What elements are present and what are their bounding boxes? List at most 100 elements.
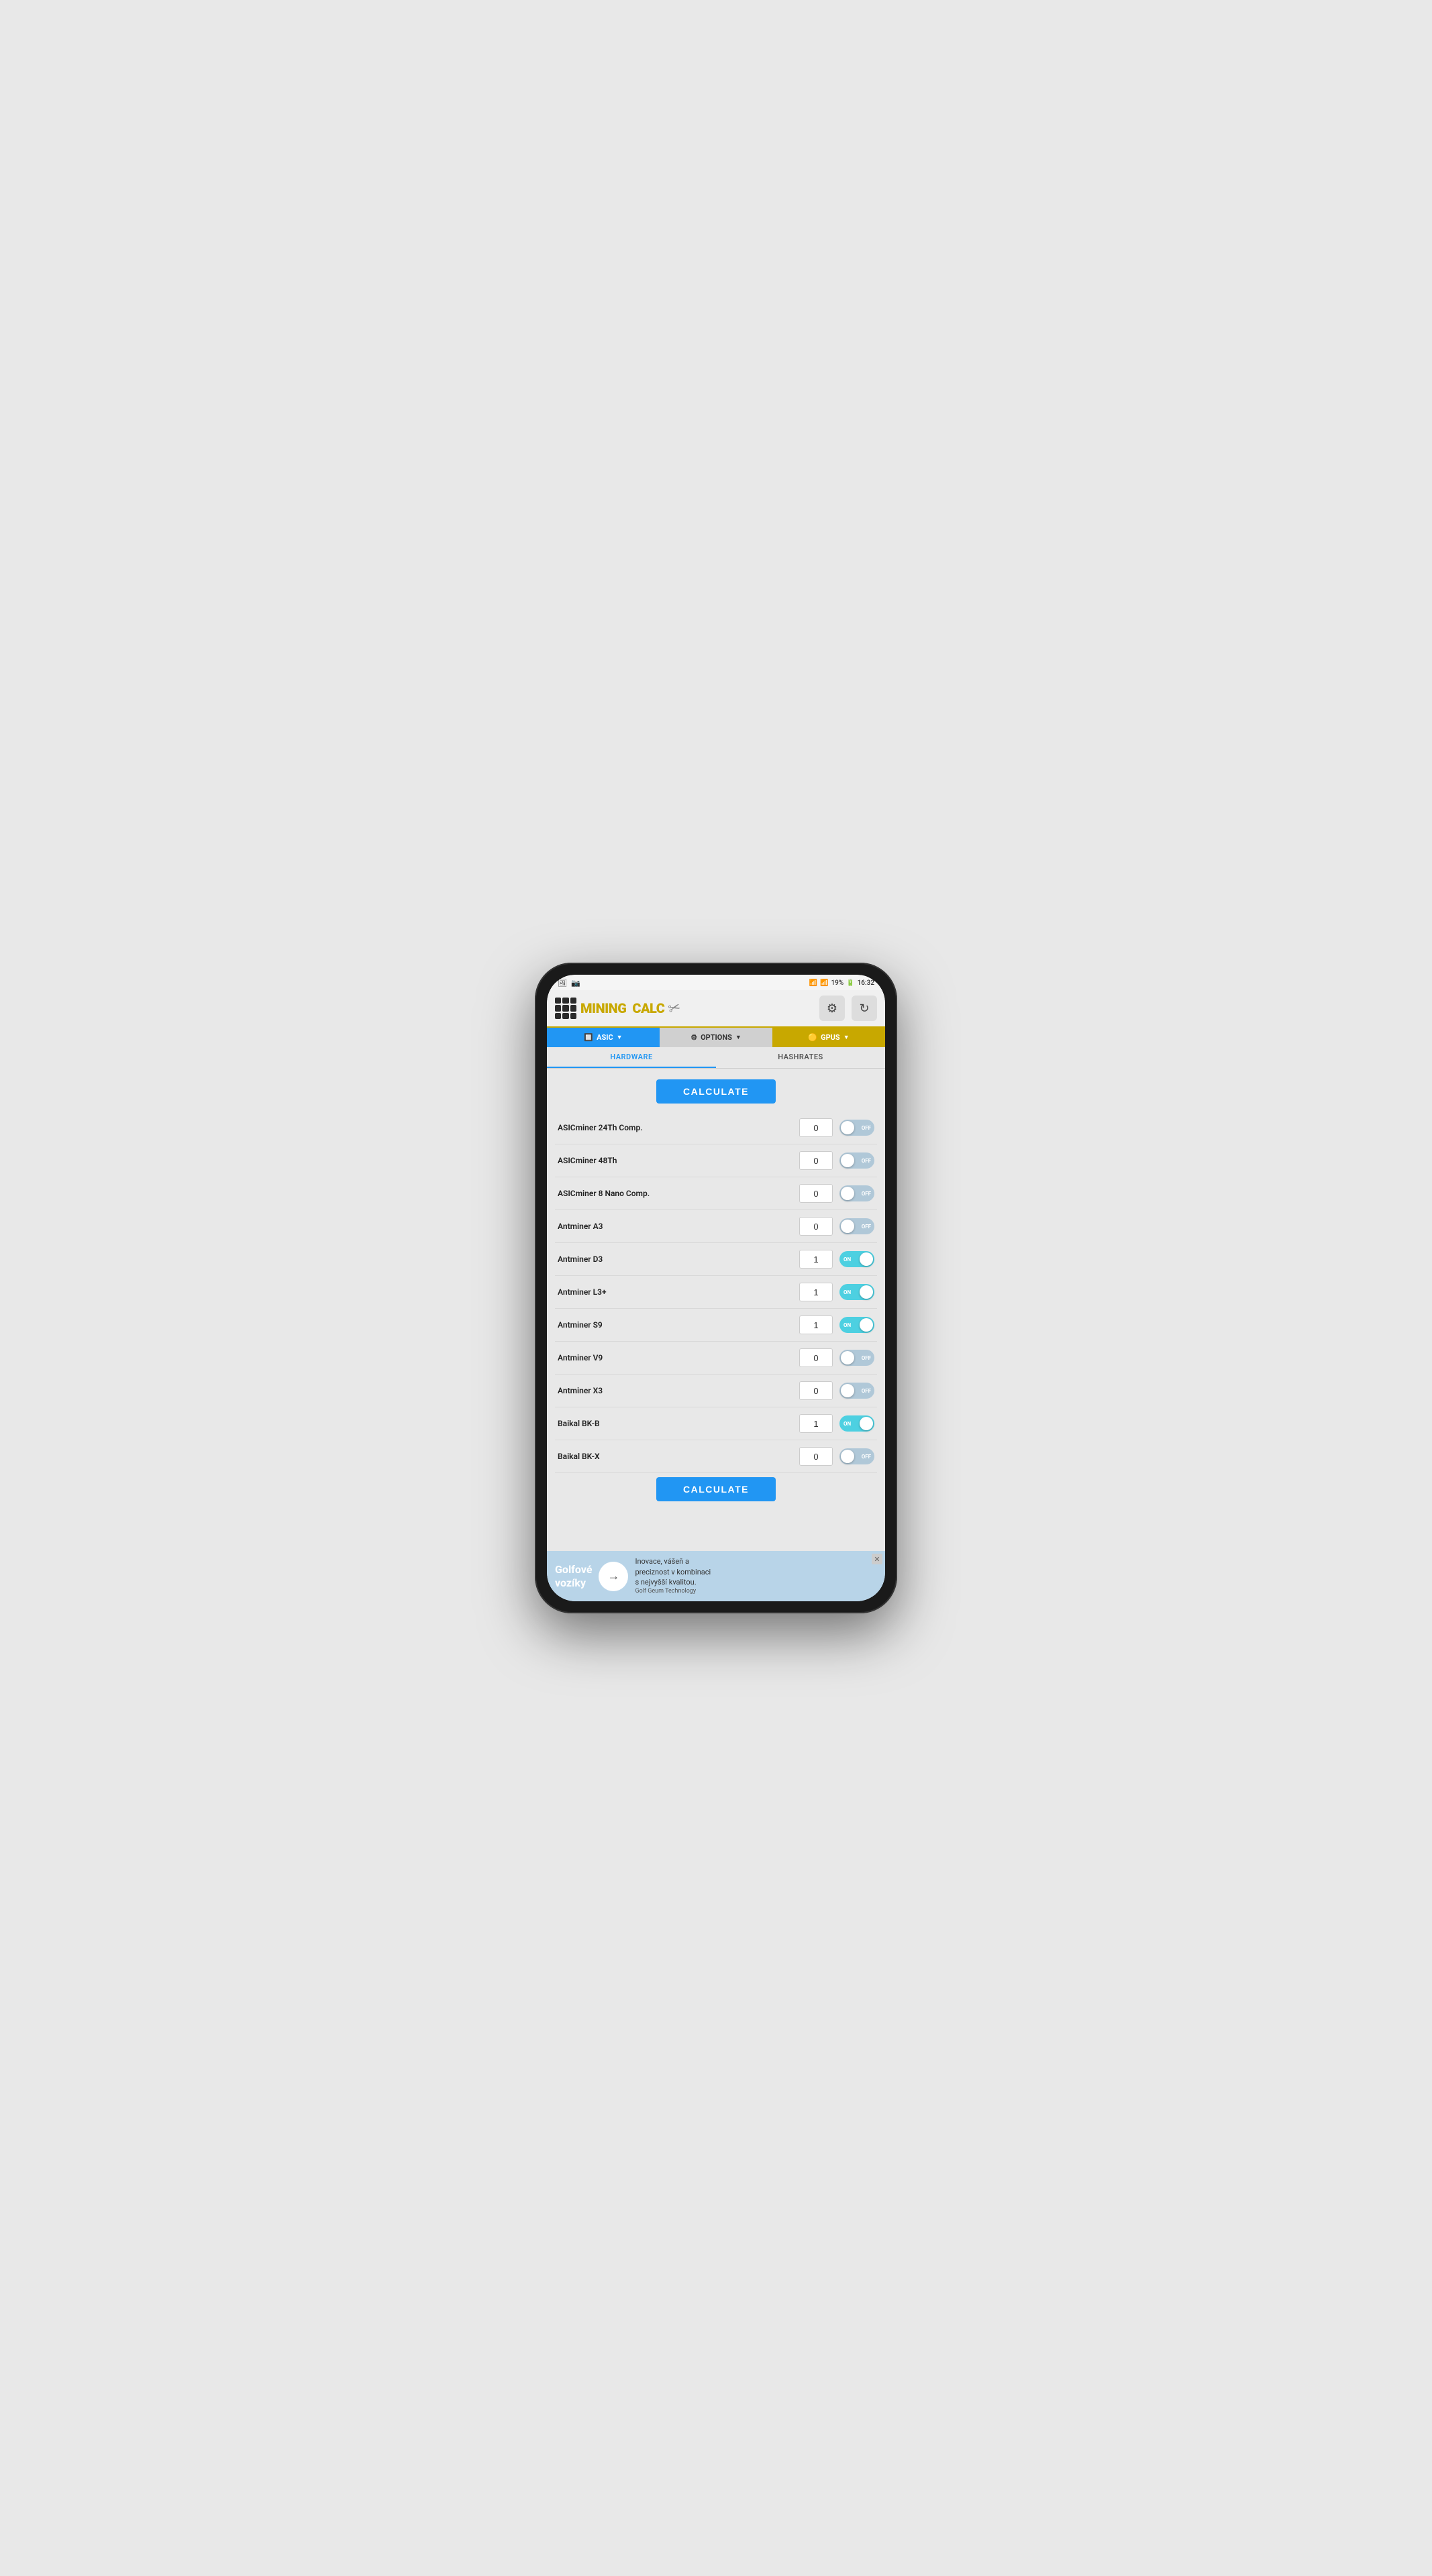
miner-toggle[interactable]: OFF bbox=[839, 1350, 874, 1366]
calculate-top-button[interactable]: CALCULATE bbox=[656, 1079, 776, 1104]
miner-qty-input[interactable] bbox=[799, 1217, 833, 1236]
miner-toggle[interactable]: OFF bbox=[839, 1218, 874, 1234]
settings-button[interactable]: ⚙ bbox=[819, 996, 845, 1021]
miner-qty-input[interactable] bbox=[799, 1184, 833, 1203]
tab-bar: HARDWARE HASHRATES bbox=[547, 1047, 885, 1069]
nav-options[interactable]: ⚙ OPTIONS ▼ bbox=[660, 1028, 772, 1047]
tab-hardware[interactable]: HARDWARE bbox=[547, 1047, 716, 1068]
refresh-button[interactable]: ↻ bbox=[852, 996, 877, 1021]
ad-description: Inovace, vášeň a preciznost v kombinaci … bbox=[635, 1556, 877, 1587]
status-right: 📶 📶 19% 🔋 16:32 bbox=[809, 979, 874, 987]
miner-row: Antminer S9ON bbox=[555, 1309, 877, 1342]
toggle-knob bbox=[841, 1351, 854, 1364]
options-arrow-icon: ▼ bbox=[735, 1034, 741, 1041]
status-bar: 🖼 📷 📶 📶 19% 🔋 16:32 bbox=[547, 975, 885, 990]
miner-row: Antminer X3OFF bbox=[555, 1375, 877, 1407]
nav-gpus[interactable]: 🟡 GPUS ▼ bbox=[772, 1028, 885, 1047]
toggle-knob bbox=[841, 1384, 854, 1397]
miner-name: ASICminer 48Th bbox=[558, 1156, 792, 1165]
nav-asic[interactable]: 🔲 ASIC ▼ bbox=[547, 1028, 660, 1047]
miner-row: Baikal BK-XOFF bbox=[555, 1440, 877, 1473]
miner-toggle[interactable]: OFF bbox=[839, 1152, 874, 1169]
toggle-knob bbox=[841, 1187, 854, 1200]
gpus-arrow-icon: ▼ bbox=[843, 1034, 850, 1041]
toggle-label: OFF bbox=[862, 1125, 871, 1131]
asic-label: ASIC bbox=[597, 1033, 613, 1042]
asic-arrow-icon: ▼ bbox=[617, 1034, 623, 1041]
app-screen: 🖼 📷 📶 📶 19% 🔋 16:32 bbox=[547, 975, 885, 1601]
ad-banner: Golfové vozíky → Inovace, vášeň a preciz… bbox=[547, 1551, 885, 1601]
miner-qty-input[interactable] bbox=[799, 1316, 833, 1334]
sync-icon: 📷 bbox=[571, 979, 580, 987]
miner-name: ASICminer 8 Nano Comp. bbox=[558, 1189, 792, 1198]
miner-toggle[interactable]: OFF bbox=[839, 1383, 874, 1399]
miner-qty-input[interactable] bbox=[799, 1118, 833, 1137]
miner-toggle[interactable]: ON bbox=[839, 1415, 874, 1432]
toggle-label: OFF bbox=[862, 1191, 871, 1197]
miner-name: ASICminer 24Th Comp. bbox=[558, 1123, 792, 1132]
miner-row: ASICminer 48Th OFF bbox=[555, 1144, 877, 1177]
toggle-label: OFF bbox=[862, 1355, 871, 1361]
miner-row: Antminer L3+ON bbox=[555, 1276, 877, 1309]
photo-icon: 🖼 bbox=[558, 979, 567, 987]
miner-qty-input[interactable] bbox=[799, 1348, 833, 1367]
miner-row: ASICminer 24Th Comp. OFF bbox=[555, 1112, 877, 1144]
nav-bar: 🔲 ASIC ▼ ⚙ OPTIONS ▼ 🟡 GPUS ▼ bbox=[547, 1028, 885, 1047]
miner-toggle[interactable]: OFF bbox=[839, 1120, 874, 1136]
toggle-knob bbox=[841, 1220, 854, 1233]
calculator-icon: ✂ bbox=[666, 999, 682, 1018]
miner-qty-input[interactable] bbox=[799, 1447, 833, 1466]
toggle-label: ON bbox=[843, 1421, 851, 1427]
wifi-icon: 📶 bbox=[809, 979, 817, 987]
gear-icon: ⚙ bbox=[827, 1002, 837, 1016]
miner-qty-input[interactable] bbox=[799, 1283, 833, 1301]
header-actions: ⚙ ↻ bbox=[819, 996, 877, 1021]
gpus-label: GPUS bbox=[821, 1033, 840, 1042]
ad-close-button[interactable]: ✕ bbox=[872, 1554, 882, 1564]
miner-qty-input[interactable] bbox=[799, 1381, 833, 1400]
toggle-knob bbox=[860, 1285, 873, 1299]
toggle-label: ON bbox=[843, 1256, 851, 1263]
calculate-bottom-button[interactable]: CALCULATE bbox=[656, 1477, 776, 1501]
phone-screen: 🖼 📷 📶 📶 19% 🔋 16:32 bbox=[547, 975, 885, 1601]
miner-row: Antminer A3 OFF bbox=[555, 1210, 877, 1243]
miner-name: Antminer A3 bbox=[558, 1222, 792, 1231]
calculate-top-wrap: CALCULATE bbox=[555, 1079, 877, 1104]
toggle-label: ON bbox=[843, 1289, 851, 1295]
ad-text-left: Golfové vozíky bbox=[555, 1563, 592, 1589]
miner-toggle[interactable]: ON bbox=[839, 1251, 874, 1267]
miner-qty-input[interactable] bbox=[799, 1414, 833, 1433]
toggle-label: OFF bbox=[862, 1158, 871, 1164]
calculate-bottom-wrap: CALCULATE bbox=[555, 1477, 877, 1501]
toggle-knob bbox=[841, 1121, 854, 1134]
status-left: 🖼 📷 bbox=[558, 979, 580, 987]
ad-text-right: Inovace, vášeň a preciznost v kombinaci … bbox=[635, 1556, 877, 1596]
miners-list: ASICminer 24Th Comp. OFF ASICminer 48Th OFF… bbox=[555, 1112, 877, 1473]
app-logo: MINING CALC ✂ bbox=[555, 998, 681, 1019]
options-sliders-icon: ⚙ bbox=[691, 1033, 697, 1042]
miner-name: Baikal BK-B bbox=[558, 1419, 792, 1428]
toggle-knob bbox=[841, 1450, 854, 1463]
miner-row: Baikal BK-B ON bbox=[555, 1407, 877, 1440]
signal-icon: 📶 bbox=[820, 979, 828, 987]
toggle-knob bbox=[860, 1318, 873, 1332]
toggle-knob bbox=[860, 1252, 873, 1266]
miner-qty-input[interactable] bbox=[799, 1250, 833, 1269]
phone-frame: 🖼 📷 📶 📶 19% 🔋 16:32 bbox=[535, 963, 897, 1613]
miner-toggle[interactable]: ON bbox=[839, 1317, 874, 1333]
miner-qty-input[interactable] bbox=[799, 1151, 833, 1170]
toggle-label: OFF bbox=[862, 1454, 871, 1460]
ad-arrow-button[interactable]: → bbox=[599, 1562, 628, 1591]
logo-grid-icon bbox=[555, 998, 576, 1019]
miner-toggle[interactable]: ON bbox=[839, 1284, 874, 1300]
options-label: OPTIONS bbox=[701, 1033, 732, 1042]
content-area: CALCULATE ASICminer 24Th Comp.OFFASICmin… bbox=[547, 1069, 885, 1551]
toggle-knob bbox=[841, 1154, 854, 1167]
miner-toggle[interactable]: OFF bbox=[839, 1448, 874, 1464]
toggle-label: OFF bbox=[862, 1388, 871, 1394]
miner-row: Antminer V9OFF bbox=[555, 1342, 877, 1375]
tab-hashrates[interactable]: HASHRATES bbox=[716, 1047, 885, 1068]
miner-row: ASICminer 8 Nano Comp. OFF bbox=[555, 1177, 877, 1210]
miner-toggle[interactable]: OFF bbox=[839, 1185, 874, 1201]
toggle-label: OFF bbox=[862, 1224, 871, 1230]
